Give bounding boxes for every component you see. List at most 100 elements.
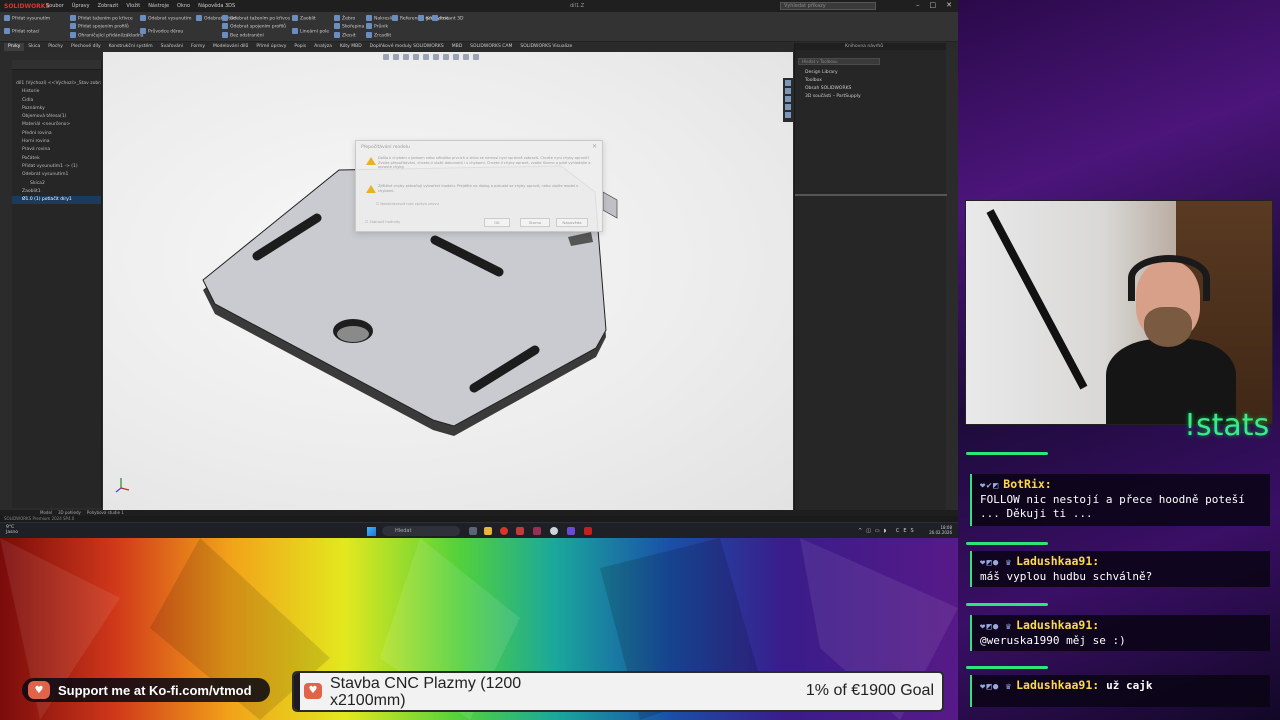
tab-markup[interactable]: Popis: [290, 43, 310, 51]
taskbar-search[interactable]: Hledat: [382, 526, 460, 536]
design-library-icon[interactable]: [785, 88, 791, 94]
loft-boss-button[interactable]: Přidat spojením profilů: [70, 23, 129, 30]
tab-visualize[interactable]: SOLIDWORKS Visualize: [516, 43, 576, 51]
menu-file[interactable]: Soubor: [46, 3, 64, 9]
warning-icon: [366, 185, 376, 193]
tree-item[interactable]: Počátek: [12, 155, 101, 163]
app-icon[interactable]: [567, 527, 575, 535]
tab-mbd-dimensions[interactable]: Kóty MBD: [336, 43, 366, 51]
feature-manager-toolbar[interactable]: [12, 60, 101, 70]
mirror-button[interactable]: Zrcadlit: [366, 32, 391, 39]
intersect-button[interactable]: Průnik: [366, 23, 388, 30]
menu-tools[interactable]: Nástroje: [148, 3, 169, 9]
tab-part-modeling[interactable]: Modelování dílů: [209, 43, 252, 51]
shell-button[interactable]: Skořepina: [334, 23, 364, 30]
tree-item[interactable]: Poznámky: [12, 105, 101, 113]
pattern-icon: [292, 28, 298, 34]
lofted-cut-button[interactable]: Odebrat spojením profilů: [222, 23, 286, 30]
menu-help[interactable]: Nápověda 3DS: [198, 3, 235, 9]
file-explorer-icon[interactable]: [785, 96, 791, 102]
search-commands-input[interactable]: Vyhledat příkazy: [780, 2, 876, 10]
menu-insert[interactable]: Vložit: [126, 3, 140, 9]
app-icon[interactable]: [533, 527, 541, 535]
boundary-boss-button[interactable]: Ohraničující přidání/základna: [70, 32, 143, 39]
sweep-boss-button[interactable]: Přidat tažením po křivce: [70, 15, 133, 22]
linear-pattern-button[interactable]: Lineární pole: [292, 28, 329, 35]
tree-item-selected[interactable]: Ø1.0 (1) potlačit díry1: [12, 196, 101, 205]
hole-wizard-button[interactable]: Průvodce děrou: [140, 28, 183, 35]
tree-item[interactable]: Čidla: [12, 97, 101, 105]
task-pane-item[interactable]: Design Library: [795, 69, 946, 77]
tree-item[interactable]: díl1 (Výchozí) <<Výchozí>_Stav zobrazení: [12, 80, 101, 88]
shell-icon: [334, 23, 340, 29]
tab-structure-system[interactable]: Konstrukční systém: [105, 43, 157, 51]
extrude-cut-button[interactable]: Odebrat vysunutím: [140, 15, 191, 22]
tab-addins[interactable]: Doplňkové moduly SOLIDWORKS: [366, 43, 448, 51]
tab-features[interactable]: Prvky: [4, 43, 25, 51]
swept-cut-button[interactable]: Odebrat tažením po křivce: [222, 15, 290, 22]
custom-properties-icon[interactable]: [785, 112, 791, 118]
weather-widget[interactable]: 9°C Jasno: [6, 525, 18, 535]
tree-item[interactable]: Přední rovina: [12, 130, 101, 138]
tree-item[interactable]: Historie: [12, 88, 101, 96]
title-bar: SOLIDWORKS Soubor Úpravy Zobrazit Vložit…: [0, 0, 958, 12]
task-pane-search[interactable]: Hledat v Toolboxu: [798, 58, 880, 65]
tab-evaluate[interactable]: Analýza: [310, 43, 336, 51]
close-icon[interactable]: ✕: [946, 1, 952, 9]
system-tray[interactable]: ^◫▭◗ CES: [858, 528, 918, 534]
menu-window[interactable]: Okno: [177, 3, 190, 9]
tab-sheet-metal[interactable]: Plechové díly: [67, 43, 105, 51]
task-view-icon[interactable]: [469, 527, 477, 535]
appearances-icon[interactable]: [785, 104, 791, 110]
solidworks-taskbar-icon[interactable]: [584, 527, 592, 535]
menu-view[interactable]: Zobrazit: [98, 3, 119, 9]
pane-divider[interactable]: [795, 194, 947, 196]
tab-surfaces[interactable]: Plochy: [44, 43, 67, 51]
browser-icon[interactable]: [500, 527, 508, 535]
help-button[interactable]: Nápověda: [556, 218, 588, 227]
tab-cam[interactable]: SOLIDWORKS CAM: [466, 43, 516, 51]
tree-item[interactable]: Zaoblit1: [12, 188, 101, 196]
fillet-button[interactable]: Zaoblit: [292, 15, 316, 22]
tab-mbd[interactable]: MBD: [448, 43, 466, 51]
task-pane-item[interactable]: 3D součásti – PartSupply: [795, 93, 946, 101]
chamfer-button[interactable]: Zkosit: [334, 32, 356, 39]
tree-item[interactable]: Přidat vysunutím1 -> (1): [12, 163, 101, 171]
app-icon[interactable]: [516, 527, 524, 535]
show-values-checkbox[interactable]: ☐ Zobrazit hodnoty: [365, 220, 400, 224]
task-pane-item[interactable]: Obsah SOLIDWORKS: [795, 85, 946, 93]
obs-icon[interactable]: [550, 527, 558, 535]
file-explorer-icon[interactable]: [484, 527, 492, 535]
tab-weldments[interactable]: Svařování: [157, 43, 187, 51]
tab-sketch[interactable]: Skica: [24, 43, 44, 51]
tab-mold-tools[interactable]: Formy: [187, 43, 209, 51]
dont-show-again-checkbox[interactable]: ☐ Nezobrazovat tuto zprávu znovu: [376, 202, 439, 206]
tree-item[interactable]: Horní rovina: [12, 138, 101, 146]
task-pane-item[interactable]: Toolbox: [795, 77, 946, 85]
extrude-boss-button[interactable]: Přidat vysunutím: [4, 15, 50, 22]
resources-icon[interactable]: [785, 80, 791, 86]
maximize-icon[interactable]: □: [930, 1, 937, 9]
boundary-cut-button[interactable]: Bez odstranění: [222, 32, 264, 39]
tree-item[interactable]: Odebrat vysunutím1: [12, 171, 101, 179]
cancel-button[interactable]: Storno: [520, 218, 550, 227]
ok-button[interactable]: OK: [484, 218, 510, 227]
mirror-icon: [366, 32, 372, 38]
dialog-close-icon[interactable]: ✕: [592, 143, 597, 150]
tree-item[interactable]: Pravá rovina: [12, 146, 101, 154]
tree-item[interactable]: Objemová tělesa(1): [12, 113, 101, 121]
draft-button[interactable]: Nakreslit: [366, 15, 394, 22]
tree-item[interactable]: Materiál <neurčeno>: [12, 121, 101, 129]
part-model[interactable]: [103, 52, 793, 510]
graphics-area[interactable]: [103, 52, 793, 510]
revolve-boss-button[interactable]: Přidat rotací: [4, 28, 39, 35]
instant3d-button[interactable]: Instant 3D: [432, 15, 463, 22]
menu-edit[interactable]: Úpravy: [72, 3, 90, 9]
clock[interactable]: 18:08 26.02.2026: [929, 525, 952, 535]
tab-direct-editing[interactable]: Přímé úpravy: [252, 43, 290, 51]
minimize-icon[interactable]: –: [916, 1, 920, 9]
fillet-icon: [292, 15, 298, 21]
start-button[interactable]: [367, 527, 376, 536]
tree-item[interactable]: Skica2: [12, 180, 101, 188]
rib-button[interactable]: Žebro: [334, 15, 355, 22]
